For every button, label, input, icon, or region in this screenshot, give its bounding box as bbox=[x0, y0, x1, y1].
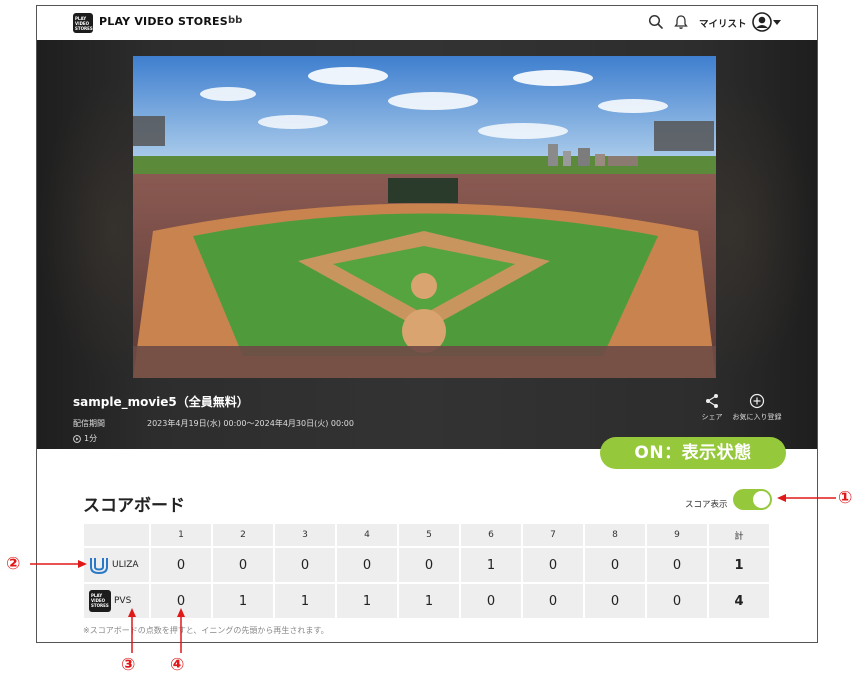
marker-4: ④ bbox=[170, 655, 185, 675]
marker-3: ③ bbox=[121, 655, 136, 675]
marker-1: ① bbox=[838, 488, 853, 508]
marker-2: ② bbox=[6, 554, 21, 574]
annotation-arrows bbox=[30, 494, 836, 653]
